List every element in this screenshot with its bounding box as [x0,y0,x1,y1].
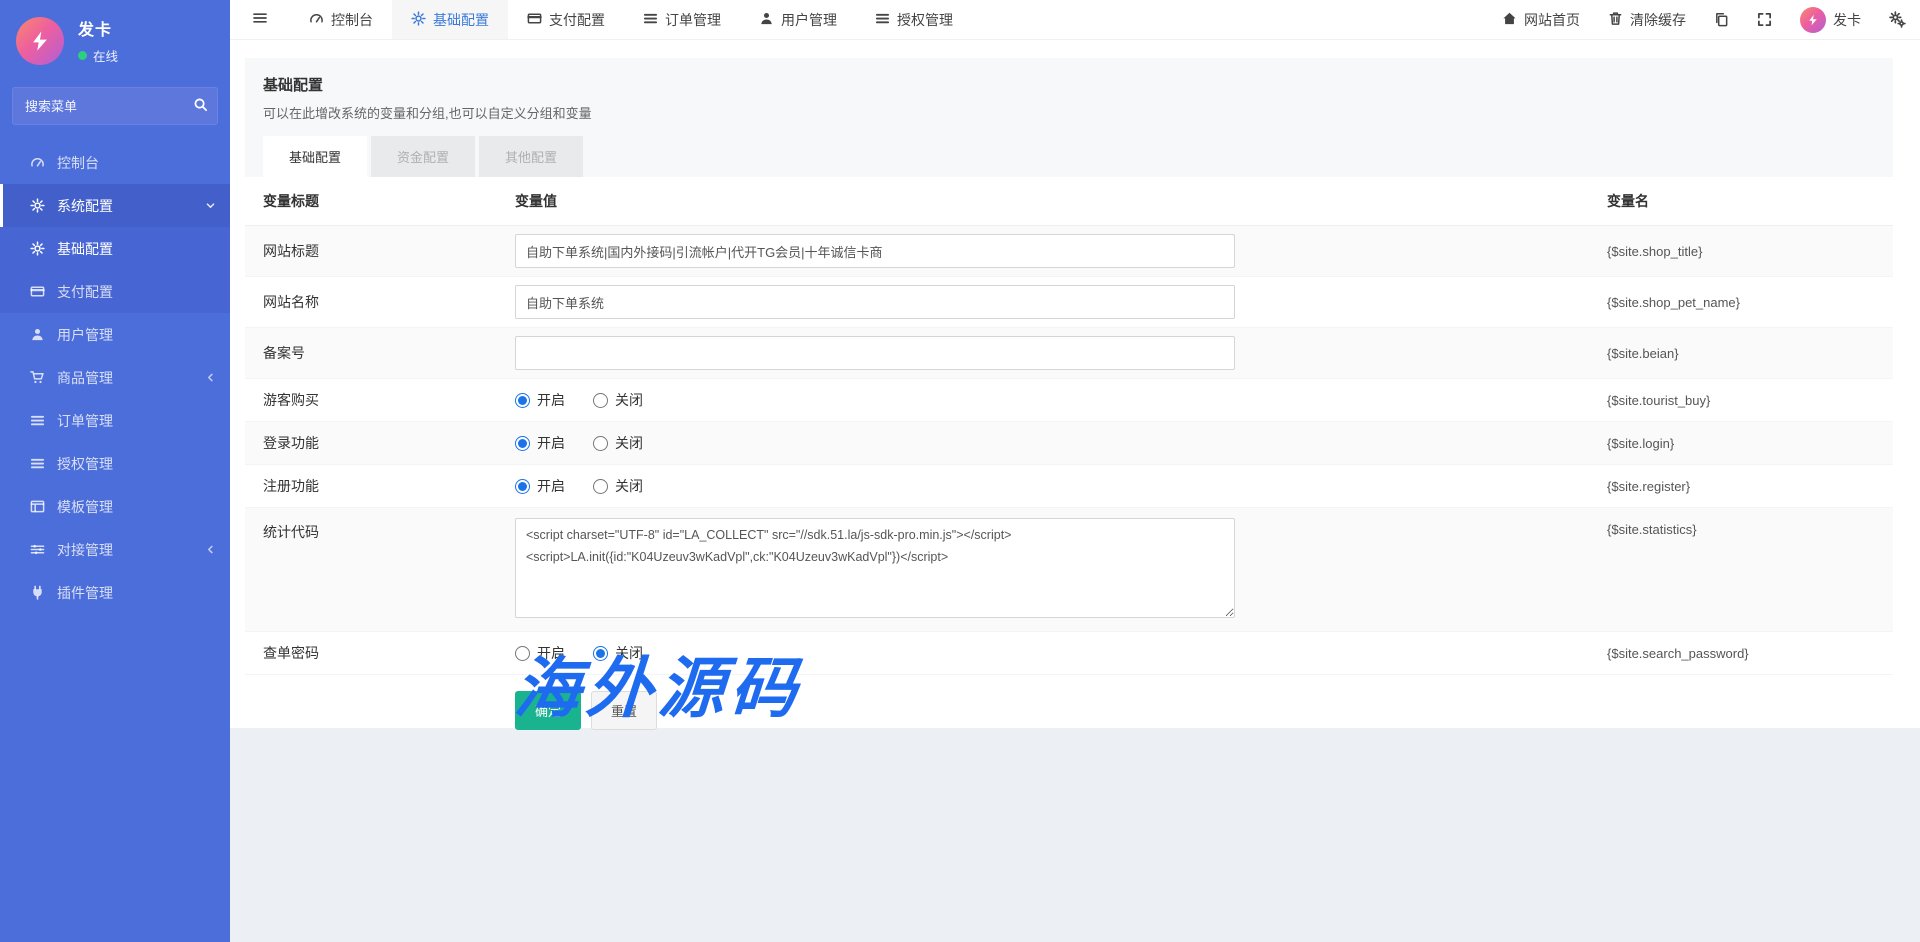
fullscreen-icon[interactable] [1743,0,1786,39]
sidebar-item-payment-config[interactable]: 支付配置 [0,270,230,313]
topnav-tab-auth-management[interactable]: 授权管理 [856,0,972,39]
form-actions-row: 确定 重置 [245,675,1893,772]
form-row-site-name: 网站名称 {$site.shop_pet_name} [245,277,1893,328]
tab-basic-config[interactable]: 基础配置 [263,136,367,177]
site-home-button[interactable]: 网站首页 [1488,0,1594,39]
config-tabs: 基础配置 资金配置 其他配置 [263,136,1875,177]
topbar: 控制台 基础配置 支付配置 订单管理 用户管理 授权管理 [230,0,1920,40]
form-row-icp: 备案号 {$site.beian} [245,328,1893,379]
hamburger-icon [252,10,268,29]
login-on-radio[interactable]: 开启 [515,433,565,453]
form-row-login: 登录功能 开启 关闭 {$site.login} [245,422,1893,465]
search-password-on-radio[interactable]: 开启 [515,643,565,663]
template-icon [30,499,45,514]
content-card: 基础配置 可以在此增改系统的变量和分组,也可以自定义分组和变量 基础配置 资金配… [230,40,1920,728]
statistics-code-textarea[interactable]: <script charset="UTF-8" id="LA_COLLECT" … [515,518,1235,618]
chevron-left-icon [205,542,216,558]
home-icon [1502,11,1517,29]
tab-other-config[interactable]: 其他配置 [479,136,583,177]
online-dot-icon [78,51,87,60]
site-title-input[interactable] [515,234,1235,268]
sidebar-item-system-config[interactable]: 系统配置 [0,184,230,227]
topnav-tab-user-management[interactable]: 用户管理 [740,0,856,39]
gear-icon [411,11,426,29]
trash-icon [1608,11,1623,29]
cart-icon [30,370,45,385]
plugin-icon [30,585,45,600]
dashboard-icon [309,11,324,29]
register-off-radio[interactable]: 关闭 [593,476,643,496]
sidebar: 发卡 在线 控制台 系统配置 基础配置 支付配置 用户管理 [0,0,230,942]
tourist-buy-on-radio[interactable]: 开启 [515,390,565,410]
col-header-title: 变量标题 [263,191,515,211]
sidebar-item-integration-management[interactable]: 对接管理 [0,528,230,571]
card-icon [30,284,45,299]
brand-title: 发卡 [78,16,118,40]
gear-icon [30,198,45,213]
sidebar-item-plugin-management[interactable]: 插件管理 [0,571,230,614]
list-icon [875,11,890,29]
page-title: 基础配置 [263,74,1875,95]
user-icon [759,11,774,29]
user-icon [30,327,45,342]
confirm-button[interactable]: 确定 [515,691,581,730]
brand: 发卡 在线 [0,0,230,77]
user-menu[interactable]: 发卡 [1786,0,1875,39]
list-icon [30,456,45,471]
topnav-tab-basic-config[interactable]: 基础配置 [392,0,508,39]
docs-icon[interactable] [1700,0,1743,39]
online-status: 在线 [93,46,118,65]
main-area: 控制台 基础配置 支付配置 订单管理 用户管理 授权管理 [230,0,1920,941]
topnav-tab-order-management[interactable]: 订单管理 [624,0,740,39]
sidebar-item-dashboard[interactable]: 控制台 [0,141,230,184]
list-icon [30,413,45,428]
lightning-icon [29,30,51,52]
sidebar-item-basic-config[interactable]: 基础配置 [0,227,230,270]
search-password-off-radio[interactable]: 关闭 [593,643,643,663]
icp-number-input[interactable] [515,336,1235,370]
chevron-down-icon [205,198,216,214]
card-icon [527,11,542,29]
site-name-input[interactable] [515,285,1235,319]
config-form: 变量标题 变量值 变量名 网站标题 {$site.shop_title} 网站名… [245,177,1893,772]
topnav-tab-payment-config[interactable]: 支付配置 [508,0,624,39]
topnav-tab-dashboard[interactable]: 控制台 [290,0,392,39]
sidebar-item-auth-management[interactable]: 授权管理 [0,442,230,485]
sidebar-submenu-system: 基础配置 支付配置 [0,227,230,313]
form-row-site-title: 网站标题 {$site.shop_title} [245,226,1893,277]
username: 发卡 [1833,10,1861,30]
dashboard-icon [30,155,45,170]
sidebar-item-template-management[interactable]: 模板管理 [0,485,230,528]
list-icon [643,11,658,29]
sidebar-item-user-management[interactable]: 用户管理 [0,313,230,356]
menu-search-input[interactable] [12,87,218,125]
sidebar-toggle-button[interactable] [230,0,290,39]
login-off-radio[interactable]: 关闭 [593,433,643,453]
reset-button[interactable]: 重置 [591,691,657,730]
col-header-name: 变量名 [1607,191,1875,211]
clear-cache-button[interactable]: 清除缓存 [1594,0,1700,39]
tourist-buy-off-radio[interactable]: 关闭 [593,390,643,410]
page-header: 基础配置 可以在此增改系统的变量和分组,也可以自定义分组和变量 基础配置 资金配… [245,58,1893,177]
form-row-tourist-buy: 游客购买 开启 关闭 {$site.tourist_buy} [245,379,1893,422]
app-logo [16,17,64,65]
form-row-register: 注册功能 开启 关闭 {$site.register} [245,465,1893,508]
sliders-icon [30,542,45,557]
search-icon[interactable] [193,97,208,117]
form-row-search-password: 查单密码 开启 关闭 {$site.search_password} [245,632,1893,675]
col-header-value: 变量值 [515,191,1607,211]
sidebar-item-order-management[interactable]: 订单管理 [0,399,230,442]
form-row-statistics: 统计代码 <script charset="UTF-8" id="LA_COLL… [245,508,1893,632]
gears-icon[interactable] [1875,0,1920,39]
gear-icon [30,241,45,256]
sidebar-item-product-management[interactable]: 商品管理 [0,356,230,399]
page-subtitle: 可以在此增改系统的变量和分组,也可以自定义分组和变量 [263,103,1875,122]
tab-funds-config[interactable]: 资金配置 [371,136,475,177]
table-header-row: 变量标题 变量值 变量名 [245,177,1893,226]
avatar [1800,7,1826,33]
chevron-left-icon [205,370,216,386]
register-on-radio[interactable]: 开启 [515,476,565,496]
